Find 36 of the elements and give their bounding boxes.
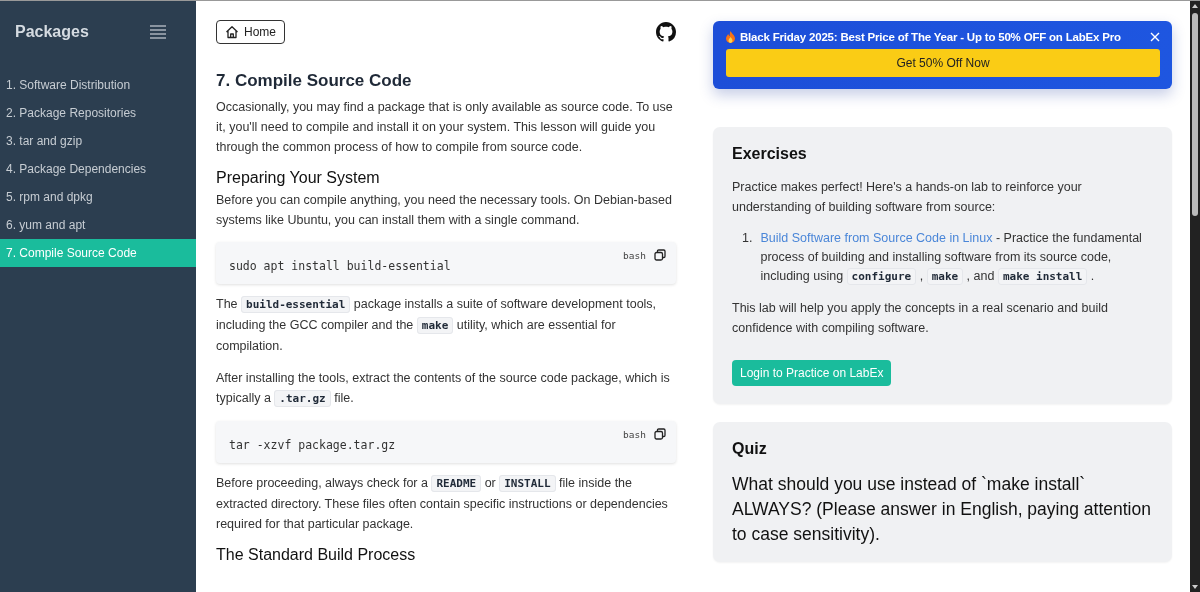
sidebar-item[interactable]: 2. Package Repositories xyxy=(0,99,196,127)
sidebar-item[interactable]: 5. rpm and dpkg xyxy=(0,183,196,211)
copy-icon[interactable] xyxy=(654,249,666,261)
promo-text: Black Friday 2025: Best Price of The Year - Up to 50% OFF on LabEx Pro xyxy=(740,31,1122,43)
home-icon xyxy=(225,25,239,39)
copy-icon[interactable] xyxy=(654,428,666,440)
paragraph: The build-essential package installs a suite of software development tools, including the GCC compiler and the make utility, which are essential for compilation. xyxy=(216,295,658,355)
sidebar-item[interactable]: 3. tar and gzip xyxy=(0,127,196,155)
code-block: tar -xzvf package.tar.gz bash xyxy=(216,421,676,463)
close-icon[interactable] xyxy=(1150,32,1160,42)
paragraph: This lab will help you apply the concepts in a real scenario and build confidence with compiling software. xyxy=(732,300,1109,337)
github-icon[interactable] xyxy=(656,22,676,42)
sidebar-item[interactable]: 1. Software Distribution xyxy=(0,71,196,99)
subsection-heading: Preparing Your System xyxy=(216,169,381,187)
list-number: 1. xyxy=(742,230,753,247)
code-block: sudo apt install build-essential bash xyxy=(216,242,676,284)
language-label: bash xyxy=(623,428,646,440)
paragraph: After installing the tools, extract the contents of the source code package, which is typically a .tar.gz file. xyxy=(216,370,671,409)
menu-icon[interactable] xyxy=(150,25,166,39)
sidebar-title: Packages xyxy=(15,23,89,41)
card-title: Exercises xyxy=(732,145,808,163)
sidebar-item[interactable]: 6. yum and apt xyxy=(0,211,196,239)
sidebar-item[interactable]: 4. Package Dependencies xyxy=(0,155,196,183)
paragraph: Before proceeding, always check for a README or INSTALL file inside the extracted directory. These files often contain specific instructions or dependencies required for that particular package. xyxy=(216,474,669,533)
paragraph: Before you can compile anything, you need the necessary tools. On Debian-based systems like Ubuntu, you can install them with a single command. xyxy=(216,192,673,229)
list-item-text: Build Software from Source Code in Linux - Practice the fundamental process of building and installing software from its source code, including using configure , make , and make install . xyxy=(760,230,1143,286)
section-heading: 7. Compile Source Code xyxy=(216,71,413,91)
paragraph: Occasionally, you may find a package that is only available as source code. To use it, you'll need to compile and install it on your system. This lesson will guide you through the common process of how to compile from source code. xyxy=(216,99,674,156)
quiz-question: What should you use instead of `make install` ALWAYS? (Please answer in English, paying attention to case sensitivity). xyxy=(732,473,1152,546)
flame-icon xyxy=(726,31,735,43)
discount-button[interactable]: Get 50% Off Now xyxy=(726,49,1160,77)
home-button[interactable]: Home xyxy=(216,20,285,44)
subsection-heading: The Standard Build Process xyxy=(216,546,417,564)
card-title: Quiz xyxy=(732,440,768,458)
paragraph: Practice makes perfect! Here's a hands-on lab to reinforce your understanding of building software from source: xyxy=(732,179,1083,216)
language-label: bash xyxy=(623,249,646,261)
